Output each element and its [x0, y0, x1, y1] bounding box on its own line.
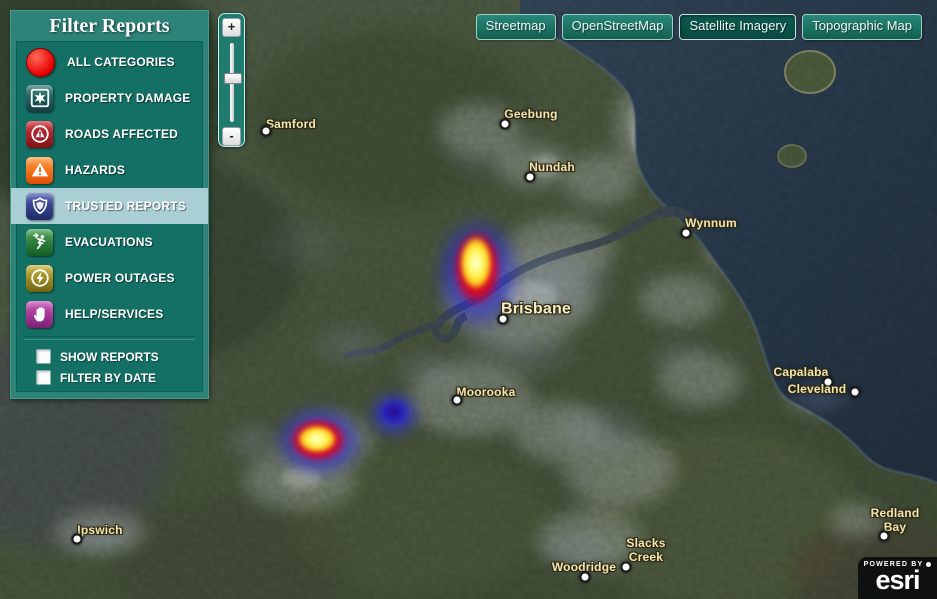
filter-item-roads-affected[interactable]: ROADS AFFECTED	[16, 116, 203, 152]
map-place-label: Redland Bay	[870, 506, 920, 534]
filter-item-all-categories[interactable]: ALL CATEGORIES	[16, 44, 203, 80]
basemap-button-openstreetmap[interactable]: OpenStreetMap	[561, 14, 674, 40]
show-reports-checkbox[interactable]	[36, 349, 51, 364]
zoom-out-button[interactable]: -	[222, 127, 241, 146]
checkbox-label: SHOW REPORTS	[60, 349, 159, 364]
filter-item-label: PROPERTY DAMAGE	[65, 91, 191, 105]
basemap-switcher: Streetmap OpenStreetMap Satellite Imager…	[475, 14, 922, 40]
heatmap-blob-southwest	[293, 422, 341, 456]
help-services-icon	[26, 300, 53, 328]
heatmap-blob-brisbane-north	[415, 190, 541, 358]
map-place-label: Brisbane	[500, 300, 572, 318]
place-marker	[579, 571, 591, 583]
filter-reports-panel: Filter Reports ALL CATEGORIES PROPERTY D…	[10, 10, 209, 399]
trusted-reports-icon	[26, 192, 53, 220]
filter-item-power-outages[interactable]: POWER OUTAGES	[16, 260, 203, 296]
esri-logo: esri	[875, 565, 920, 595]
heatmap-haze	[205, 409, 305, 475]
heatmap-haze	[772, 370, 868, 426]
place-marker	[680, 227, 692, 239]
heatmap-haze	[370, 335, 490, 405]
place-marker	[849, 386, 861, 398]
heatmap-haze	[515, 517, 645, 583]
map-place-label: Geebung	[504, 107, 558, 121]
filter-item-evacuations[interactable]: EVACUATIONS	[16, 224, 203, 260]
heatmap-haze	[525, 387, 675, 473]
filter-item-label: ALL CATEGORIES	[67, 55, 175, 69]
property-damage-icon	[26, 84, 53, 112]
zoom-in-button[interactable]: +	[222, 18, 241, 37]
heatmap-haze	[230, 200, 370, 290]
heatmap-blob-southwest	[280, 411, 356, 469]
map-place-label: Nundah	[529, 160, 575, 174]
heatmap-haze	[457, 222, 647, 342]
map-place-label: Wynnum	[685, 216, 737, 230]
divider	[24, 336, 195, 340]
filter-item-label: ROADS AFFECTED	[65, 127, 179, 141]
filter-item-hazards[interactable]: HAZARDS	[16, 152, 203, 188]
map-place-label: Slacks Creek	[626, 536, 666, 564]
place-marker	[620, 561, 632, 573]
filter-by-date-checkbox[interactable]	[36, 370, 51, 385]
map-place-label: Ipswich	[77, 523, 123, 537]
place-marker	[71, 533, 83, 545]
esri-globe-dot-icon	[926, 562, 932, 567]
zoom-control: + -	[218, 13, 245, 147]
heatmap-blob-brisbane-north	[445, 218, 509, 318]
filter-item-property-damage[interactable]: PROPERTY DAMAGE	[16, 80, 203, 116]
map-place-label: Samford	[265, 117, 317, 131]
map-place-label: Woodridge	[551, 560, 617, 574]
esri-attribution[interactable]: POWERED BY esri	[858, 557, 937, 599]
basemap-button-satellite-imagery[interactable]: Satellite Imagery	[679, 14, 797, 40]
map-application: Samford Geebung Nundah Wynnum Brisbane Mooroo…	[0, 0, 937, 599]
filter-item-label: POWER OUTAGES	[65, 271, 175, 285]
heatmap-haze	[420, 125, 540, 195]
checkbox-label: FILTER BY DATE	[60, 370, 156, 385]
place-marker	[499, 118, 511, 130]
heatmap-haze	[285, 307, 415, 383]
heatmap-haze	[625, 325, 735, 385]
filter-category-list: ALL CATEGORIES PROPERTY DAMAGE ROADS AFF…	[11, 41, 208, 392]
filter-item-label: EVACUATIONS	[65, 235, 153, 249]
heatmap-blob-southwest	[253, 388, 385, 494]
place-marker	[497, 313, 509, 325]
basemap-button-topographic-map[interactable]: Topographic Map	[802, 14, 922, 40]
basemap-button-streetmap[interactable]: Streetmap	[475, 14, 556, 40]
place-marker	[822, 376, 834, 388]
place-marker	[260, 125, 272, 137]
filter-item-label: TRUSTED REPORTS	[65, 199, 187, 213]
filter-item-trusted-reports[interactable]: TRUSTED REPORTS	[11, 188, 208, 224]
evacuations-icon	[26, 228, 53, 256]
filter-item-label: HELP/SERVICES	[65, 307, 164, 321]
map-place-label: Cleveland	[787, 382, 847, 396]
place-marker	[451, 394, 463, 406]
heatmap-blob-mid-west	[375, 395, 413, 429]
map-place-label: Moorooka	[456, 385, 516, 399]
heatmap-blob-mid-west	[356, 380, 432, 448]
all-categories-icon	[26, 47, 55, 77]
heatmap-haze	[420, 302, 610, 398]
heatmap-haze	[45, 509, 155, 565]
hazards-icon	[26, 156, 53, 184]
filter-by-date-checkbox-row[interactable]: FILTER BY DATE	[16, 367, 203, 388]
place-marker	[524, 171, 536, 183]
filter-item-help-services[interactable]: HELP/SERVICES	[16, 296, 203, 332]
roads-affected-icon	[26, 120, 53, 148]
show-reports-checkbox-row[interactable]: SHOW REPORTS	[16, 346, 203, 367]
heatmap-blob-brisbane-north	[456, 230, 496, 296]
power-outages-icon	[26, 264, 53, 292]
panel-title: Filter Reports	[49, 15, 170, 37]
place-marker	[878, 530, 890, 542]
map-place-label: Capalaba	[773, 365, 829, 379]
zoom-slider-track[interactable]	[223, 42, 242, 123]
zoom-slider-handle[interactable]	[223, 72, 242, 84]
filter-item-label: HAZARDS	[65, 163, 126, 177]
